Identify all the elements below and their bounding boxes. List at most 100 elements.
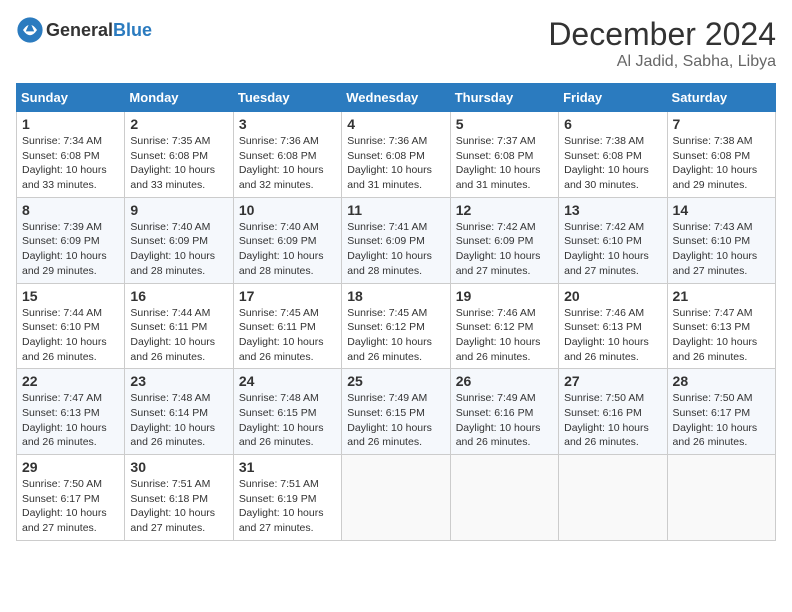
table-row: 14 Sunrise: 7:43 AM Sunset: 6:10 PM Dayl… (667, 197, 775, 283)
table-row (342, 455, 450, 541)
table-row: 29 Sunrise: 7:50 AM Sunset: 6:17 PM Dayl… (17, 455, 125, 541)
day-number: 7 (673, 116, 770, 132)
header-wednesday: Wednesday (342, 84, 450, 112)
calendar-week-row: 1 Sunrise: 7:34 AM Sunset: 6:08 PM Dayli… (17, 112, 776, 198)
day-info: Sunrise: 7:42 AM Sunset: 6:09 PM Dayligh… (456, 220, 553, 279)
day-info: Sunrise: 7:49 AM Sunset: 6:15 PM Dayligh… (347, 391, 444, 450)
table-row: 7 Sunrise: 7:38 AM Sunset: 6:08 PM Dayli… (667, 112, 775, 198)
day-number: 4 (347, 116, 444, 132)
day-number: 3 (239, 116, 336, 132)
table-row: 21 Sunrise: 7:47 AM Sunset: 6:13 PM Dayl… (667, 283, 775, 369)
day-number: 15 (22, 288, 119, 304)
day-info: Sunrise: 7:44 AM Sunset: 6:11 PM Dayligh… (130, 306, 227, 365)
day-number: 19 (456, 288, 553, 304)
logo: GeneralBlue (16, 16, 152, 44)
day-number: 16 (130, 288, 227, 304)
day-number: 5 (456, 116, 553, 132)
day-number: 23 (130, 373, 227, 389)
day-info: Sunrise: 7:36 AM Sunset: 6:08 PM Dayligh… (347, 134, 444, 193)
table-row: 20 Sunrise: 7:46 AM Sunset: 6:13 PM Dayl… (559, 283, 667, 369)
day-info: Sunrise: 7:35 AM Sunset: 6:08 PM Dayligh… (130, 134, 227, 193)
table-row: 5 Sunrise: 7:37 AM Sunset: 6:08 PM Dayli… (450, 112, 558, 198)
day-info: Sunrise: 7:40 AM Sunset: 6:09 PM Dayligh… (239, 220, 336, 279)
header-friday: Friday (559, 84, 667, 112)
day-info: Sunrise: 7:34 AM Sunset: 6:08 PM Dayligh… (22, 134, 119, 193)
day-info: Sunrise: 7:36 AM Sunset: 6:08 PM Dayligh… (239, 134, 336, 193)
day-info: Sunrise: 7:50 AM Sunset: 6:17 PM Dayligh… (22, 477, 119, 536)
table-row: 13 Sunrise: 7:42 AM Sunset: 6:10 PM Dayl… (559, 197, 667, 283)
table-row: 12 Sunrise: 7:42 AM Sunset: 6:09 PM Dayl… (450, 197, 558, 283)
table-row: 4 Sunrise: 7:36 AM Sunset: 6:08 PM Dayli… (342, 112, 450, 198)
table-row: 9 Sunrise: 7:40 AM Sunset: 6:09 PM Dayli… (125, 197, 233, 283)
header-monday: Monday (125, 84, 233, 112)
day-number: 26 (456, 373, 553, 389)
table-row: 11 Sunrise: 7:41 AM Sunset: 6:09 PM Dayl… (342, 197, 450, 283)
day-number: 14 (673, 202, 770, 218)
table-row: 27 Sunrise: 7:50 AM Sunset: 6:16 PM Dayl… (559, 369, 667, 455)
table-row (667, 455, 775, 541)
day-number: 11 (347, 202, 444, 218)
table-row: 10 Sunrise: 7:40 AM Sunset: 6:09 PM Dayl… (233, 197, 341, 283)
day-info: Sunrise: 7:48 AM Sunset: 6:14 PM Dayligh… (130, 391, 227, 450)
day-number: 1 (22, 116, 119, 132)
table-row: 3 Sunrise: 7:36 AM Sunset: 6:08 PM Dayli… (233, 112, 341, 198)
header-saturday: Saturday (667, 84, 775, 112)
table-row: 2 Sunrise: 7:35 AM Sunset: 6:08 PM Dayli… (125, 112, 233, 198)
day-info: Sunrise: 7:46 AM Sunset: 6:13 PM Dayligh… (564, 306, 661, 365)
table-row: 15 Sunrise: 7:44 AM Sunset: 6:10 PM Dayl… (17, 283, 125, 369)
table-row: 22 Sunrise: 7:47 AM Sunset: 6:13 PM Dayl… (17, 369, 125, 455)
title-section: December 2024 Al Jadid, Sabha, Libya (548, 16, 776, 71)
table-row: 17 Sunrise: 7:45 AM Sunset: 6:11 PM Dayl… (233, 283, 341, 369)
day-number: 27 (564, 373, 661, 389)
day-number: 31 (239, 459, 336, 475)
day-info: Sunrise: 7:39 AM Sunset: 6:09 PM Dayligh… (22, 220, 119, 279)
table-row: 24 Sunrise: 7:48 AM Sunset: 6:15 PM Dayl… (233, 369, 341, 455)
month-title: December 2024 (548, 16, 776, 53)
calendar-header-row: Sunday Monday Tuesday Wednesday Thursday… (17, 84, 776, 112)
day-number: 25 (347, 373, 444, 389)
table-row: 28 Sunrise: 7:50 AM Sunset: 6:17 PM Dayl… (667, 369, 775, 455)
calendar-week-row: 8 Sunrise: 7:39 AM Sunset: 6:09 PM Dayli… (17, 197, 776, 283)
day-info: Sunrise: 7:47 AM Sunset: 6:13 PM Dayligh… (22, 391, 119, 450)
day-info: Sunrise: 7:38 AM Sunset: 6:08 PM Dayligh… (564, 134, 661, 193)
day-info: Sunrise: 7:47 AM Sunset: 6:13 PM Dayligh… (673, 306, 770, 365)
day-number: 21 (673, 288, 770, 304)
table-row: 30 Sunrise: 7:51 AM Sunset: 6:18 PM Dayl… (125, 455, 233, 541)
day-number: 8 (22, 202, 119, 218)
page-header: GeneralBlue December 2024 Al Jadid, Sabh… (16, 16, 776, 71)
calendar-table: Sunday Monday Tuesday Wednesday Thursday… (16, 83, 776, 541)
header-sunday: Sunday (17, 84, 125, 112)
day-info: Sunrise: 7:50 AM Sunset: 6:17 PM Dayligh… (673, 391, 770, 450)
day-number: 28 (673, 373, 770, 389)
calendar-week-row: 15 Sunrise: 7:44 AM Sunset: 6:10 PM Dayl… (17, 283, 776, 369)
day-info: Sunrise: 7:40 AM Sunset: 6:09 PM Dayligh… (130, 220, 227, 279)
day-number: 22 (22, 373, 119, 389)
table-row: 16 Sunrise: 7:44 AM Sunset: 6:11 PM Dayl… (125, 283, 233, 369)
day-number: 2 (130, 116, 227, 132)
day-number: 6 (564, 116, 661, 132)
table-row: 6 Sunrise: 7:38 AM Sunset: 6:08 PM Dayli… (559, 112, 667, 198)
day-info: Sunrise: 7:51 AM Sunset: 6:18 PM Dayligh… (130, 477, 227, 536)
table-row (450, 455, 558, 541)
day-info: Sunrise: 7:49 AM Sunset: 6:16 PM Dayligh… (456, 391, 553, 450)
day-info: Sunrise: 7:45 AM Sunset: 6:12 PM Dayligh… (347, 306, 444, 365)
table-row: 19 Sunrise: 7:46 AM Sunset: 6:12 PM Dayl… (450, 283, 558, 369)
day-info: Sunrise: 7:48 AM Sunset: 6:15 PM Dayligh… (239, 391, 336, 450)
day-number: 10 (239, 202, 336, 218)
day-info: Sunrise: 7:45 AM Sunset: 6:11 PM Dayligh… (239, 306, 336, 365)
calendar-week-row: 22 Sunrise: 7:47 AM Sunset: 6:13 PM Dayl… (17, 369, 776, 455)
day-number: 12 (456, 202, 553, 218)
calendar-week-row: 29 Sunrise: 7:50 AM Sunset: 6:17 PM Dayl… (17, 455, 776, 541)
day-info: Sunrise: 7:43 AM Sunset: 6:10 PM Dayligh… (673, 220, 770, 279)
table-row: 18 Sunrise: 7:45 AM Sunset: 6:12 PM Dayl… (342, 283, 450, 369)
general-blue-icon (16, 16, 44, 44)
table-row: 1 Sunrise: 7:34 AM Sunset: 6:08 PM Dayli… (17, 112, 125, 198)
day-info: Sunrise: 7:38 AM Sunset: 6:08 PM Dayligh… (673, 134, 770, 193)
table-row: 25 Sunrise: 7:49 AM Sunset: 6:15 PM Dayl… (342, 369, 450, 455)
location-title: Al Jadid, Sabha, Libya (548, 53, 776, 71)
header-thursday: Thursday (450, 84, 558, 112)
day-info: Sunrise: 7:42 AM Sunset: 6:10 PM Dayligh… (564, 220, 661, 279)
day-info: Sunrise: 7:41 AM Sunset: 6:09 PM Dayligh… (347, 220, 444, 279)
table-row (559, 455, 667, 541)
table-row: 8 Sunrise: 7:39 AM Sunset: 6:09 PM Dayli… (17, 197, 125, 283)
